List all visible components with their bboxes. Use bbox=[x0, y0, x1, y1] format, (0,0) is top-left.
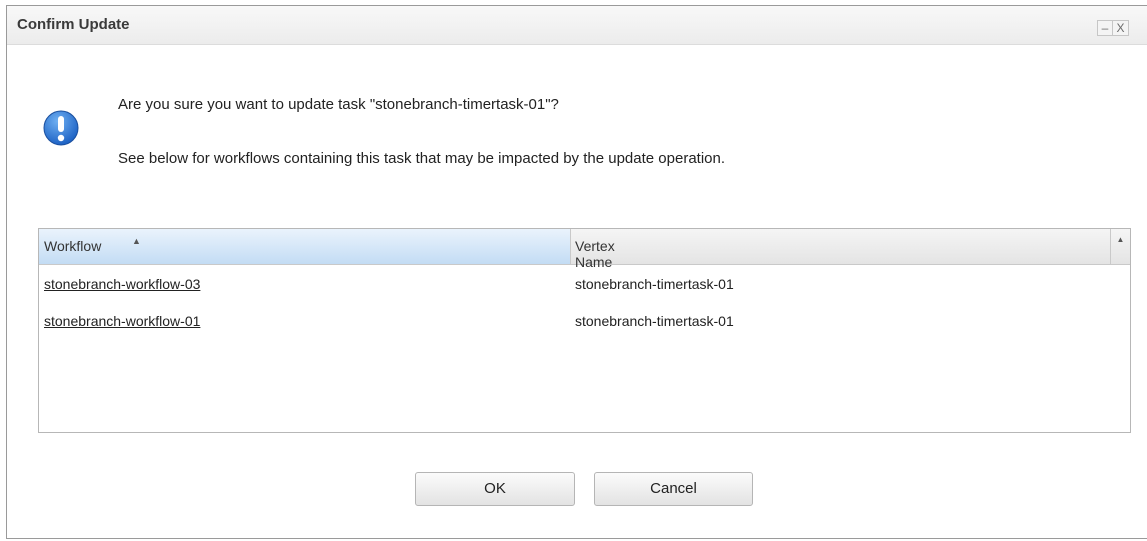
confirm-message: Are you sure you want to update task "st… bbox=[118, 96, 559, 113]
impact-message: See below for workflows containing this … bbox=[118, 150, 726, 167]
table-row[interactable]: stonebranch-workflow-03 stonebranch-time… bbox=[39, 271, 1111, 301]
cancel-button[interactable]: Cancel bbox=[594, 472, 753, 506]
scroll-up-icon[interactable]: ▲ bbox=[1110, 229, 1130, 264]
workflows-grid: Workflow ▲ Vertex Name ▲ stonebranch-wor… bbox=[38, 228, 1131, 433]
close-button[interactable]: X bbox=[1113, 20, 1129, 36]
vertex-name-cell: stonebranch-timertask-01 bbox=[575, 276, 734, 292]
vertex-name-cell: stonebranch-timertask-01 bbox=[575, 313, 734, 329]
column-label-workflow: Workflow bbox=[44, 238, 102, 254]
sort-ascending-icon: ▲ bbox=[132, 236, 141, 246]
workflow-link[interactable]: stonebranch-workflow-03 bbox=[44, 276, 200, 292]
ok-button[interactable]: OK bbox=[415, 472, 575, 506]
minimize-button[interactable]: – bbox=[1097, 20, 1113, 36]
info-icon bbox=[43, 110, 79, 146]
dialog-title: Confirm Update bbox=[17, 16, 130, 33]
confirm-update-dialog: Confirm Update – X Are you sure you want… bbox=[6, 5, 1147, 539]
table-row[interactable]: stonebranch-workflow-01 stonebranch-time… bbox=[39, 308, 1111, 338]
grid-header: Workflow ▲ Vertex Name ▲ bbox=[39, 229, 1130, 270]
column-label-vertex-name: Vertex Name bbox=[575, 238, 615, 270]
dialog-titlebar[interactable]: Confirm Update – X bbox=[7, 6, 1147, 45]
column-header-workflow[interactable]: Workflow ▲ bbox=[39, 229, 571, 264]
workflow-link[interactable]: stonebranch-workflow-01 bbox=[44, 313, 200, 329]
